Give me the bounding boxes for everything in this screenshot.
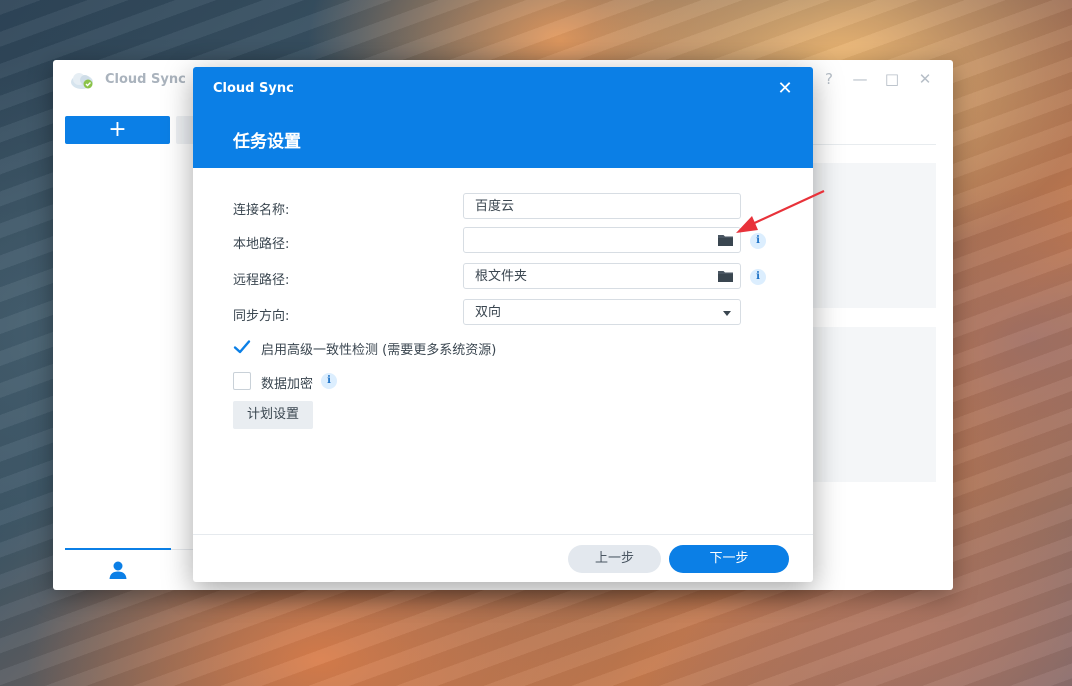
annotation-arrow-icon — [736, 190, 825, 233]
remote-path-input[interactable]: 根文件夹 — [463, 263, 741, 289]
sync-direction-select[interactable]: 双向 — [463, 299, 741, 325]
app-title: Cloud Sync — [105, 72, 186, 87]
sync-direction-value: 双向 — [475, 305, 502, 320]
close-window-button[interactable]: ✕ — [917, 70, 933, 88]
dialog-header: Cloud Sync ✕ 任务设置 — [193, 67, 813, 168]
folder-icon[interactable] — [718, 270, 733, 282]
remote-path-info-icon[interactable]: i — [750, 269, 766, 285]
task-settings-dialog: Cloud Sync ✕ 任务设置 连接名称: 百度云 本地路径: i 远程路径… — [193, 67, 813, 582]
advanced-check-label: 启用高级一致性检测 (需要更多系统资源) — [261, 343, 497, 358]
add-task-button[interactable]: + — [65, 116, 170, 144]
dialog-heading: 任务设置 — [233, 132, 301, 152]
user-icon[interactable] — [108, 560, 128, 580]
checkmark-icon — [233, 340, 251, 354]
previous-button[interactable]: 上一步 — [568, 545, 661, 573]
remote-path-label: 远程路径: — [233, 273, 290, 288]
remote-path-value: 根文件夹 — [475, 269, 528, 284]
cloud-sync-logo-icon — [71, 73, 93, 89]
help-button[interactable]: ? — [821, 70, 837, 88]
details-panel — [813, 327, 936, 482]
status-panel — [813, 163, 936, 308]
dialog-app-title: Cloud Sync — [213, 81, 294, 96]
dropdown-caret-icon — [723, 311, 731, 316]
close-icon[interactable]: ✕ — [775, 79, 795, 99]
schedule-settings-button[interactable]: 计划设置 — [233, 401, 313, 429]
local-path-label: 本地路径: — [233, 237, 290, 252]
encryption-checkbox[interactable] — [233, 372, 251, 390]
active-tab-indicator — [65, 548, 171, 550]
sync-direction-label: 同步方向: — [233, 309, 290, 324]
encryption-info-icon[interactable]: i — [321, 373, 337, 389]
encryption-label: 数据加密 — [261, 377, 314, 392]
next-button[interactable]: 下一步 — [669, 545, 789, 573]
advanced-check-checkbox[interactable] — [233, 338, 251, 356]
panel-divider — [813, 144, 936, 145]
local-path-input[interactable] — [463, 227, 741, 253]
minimize-button[interactable]: — — [852, 70, 868, 88]
connection-name-input[interactable]: 百度云 — [463, 193, 741, 219]
maximize-button[interactable]: □ — [884, 70, 900, 88]
connection-name-label: 连接名称: — [233, 203, 290, 218]
dialog-footer-divider — [193, 534, 813, 535]
connection-name-value: 百度云 — [475, 199, 515, 214]
